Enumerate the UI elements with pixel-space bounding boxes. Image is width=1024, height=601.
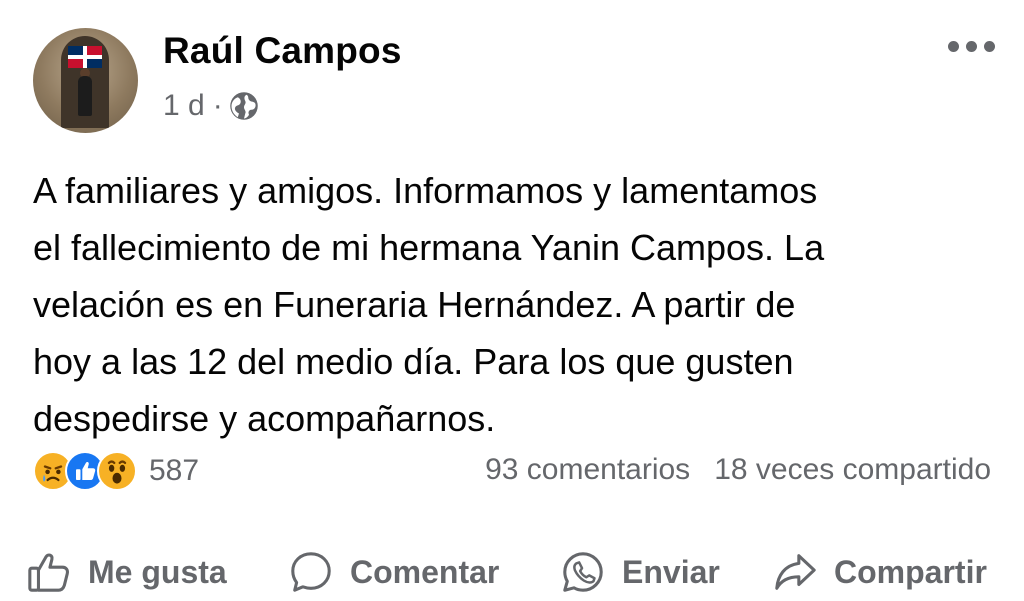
comment-bubble-icon [291, 552, 331, 592]
avatar-person [78, 76, 92, 116]
share-label: Compartir [834, 553, 987, 590]
reactions-summary[interactable]: 587 [33, 449, 199, 493]
action-bar: Me gusta Comentar Enviar Compartir [0, 543, 1024, 601]
facebook-post: Raúl Campos 1 d · A familiares y amigos.… [0, 0, 1024, 601]
comment-label: Comentar [350, 553, 500, 590]
post-text: A familiares y amigos. Informamos y lame… [33, 170, 825, 439]
post-time[interactable]: 1 d [163, 89, 205, 123]
share-arrow-icon [775, 554, 816, 590]
comments-count[interactable]: 93 comentarios [485, 453, 690, 487]
share-button[interactable]: Compartir [772, 543, 987, 601]
whatsapp-icon [563, 552, 603, 592]
like-button[interactable]: Me gusta [26, 543, 227, 601]
send-label: Enviar [622, 553, 720, 590]
avatar[interactable] [33, 28, 138, 133]
globe-icon[interactable] [229, 91, 259, 121]
wow-icon [97, 451, 137, 491]
like-label: Me gusta [88, 553, 227, 590]
more-options-icon[interactable] [946, 38, 996, 56]
post-meta: 1 d · [163, 88, 259, 124]
reaction-count: 587 [149, 454, 200, 487]
meta-separator: · [212, 89, 223, 122]
comment-button[interactable]: Comentar [288, 543, 499, 601]
thumbs-up-icon [28, 553, 69, 592]
send-button[interactable]: Enviar [560, 543, 720, 601]
engagement-stats: 93 comentarios 18 veces compartido [485, 453, 991, 487]
author-name[interactable]: Raúl Campos [163, 30, 402, 72]
shares-count[interactable]: 18 veces compartido [714, 453, 991, 487]
